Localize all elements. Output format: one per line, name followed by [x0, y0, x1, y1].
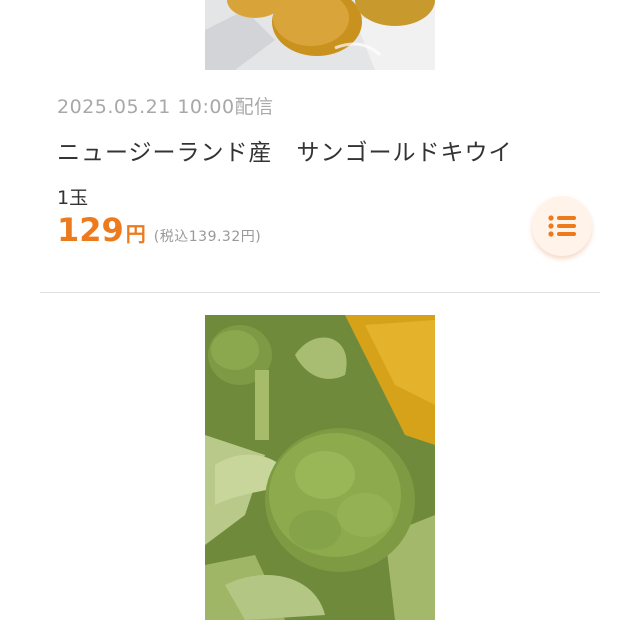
delivery-date: 2025.05.21 10:00配信 [57, 96, 274, 118]
price-tax-included: (税込139.32円) [153, 229, 262, 245]
price-row: 129 円 (税込139.32円) [57, 211, 261, 251]
product-card-kiwi[interactable]: 2025.05.21 10:00配信 ニュージーランド産 サンゴールドキウイ 1… [0, 0, 640, 292]
price-value: 129 [57, 211, 124, 249]
add-to-list-button[interactable] [532, 196, 592, 256]
list-icon [548, 215, 576, 237]
price-unit: 円 [125, 222, 146, 246]
product-quantity: 1玉 [57, 187, 89, 209]
product-title[interactable]: ニュージーランド産 サンゴールドキウイ [57, 133, 513, 167]
card-divider [40, 292, 600, 293]
broccoli-photo[interactable] [205, 315, 435, 620]
kiwi-photo[interactable] [205, 0, 435, 70]
